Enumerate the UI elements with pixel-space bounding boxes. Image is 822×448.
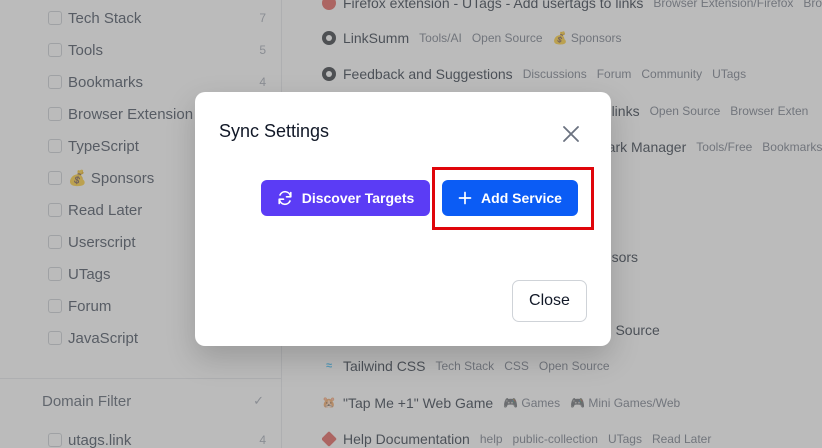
discover-targets-button[interactable]: Discover Targets — [261, 180, 430, 216]
sync-settings-dialog: Sync Settings Discover Targets Add Servi… — [195, 92, 611, 346]
close-icon[interactable] — [558, 121, 584, 147]
dialog-title: Sync Settings — [219, 121, 330, 141]
close-icon-glyph — [563, 126, 579, 142]
refresh-icon — [278, 190, 292, 206]
close-button[interactable]: Close — [512, 280, 587, 322]
highlight-annotation — [432, 167, 594, 230]
discover-targets-label: Discover Targets — [301, 190, 415, 206]
